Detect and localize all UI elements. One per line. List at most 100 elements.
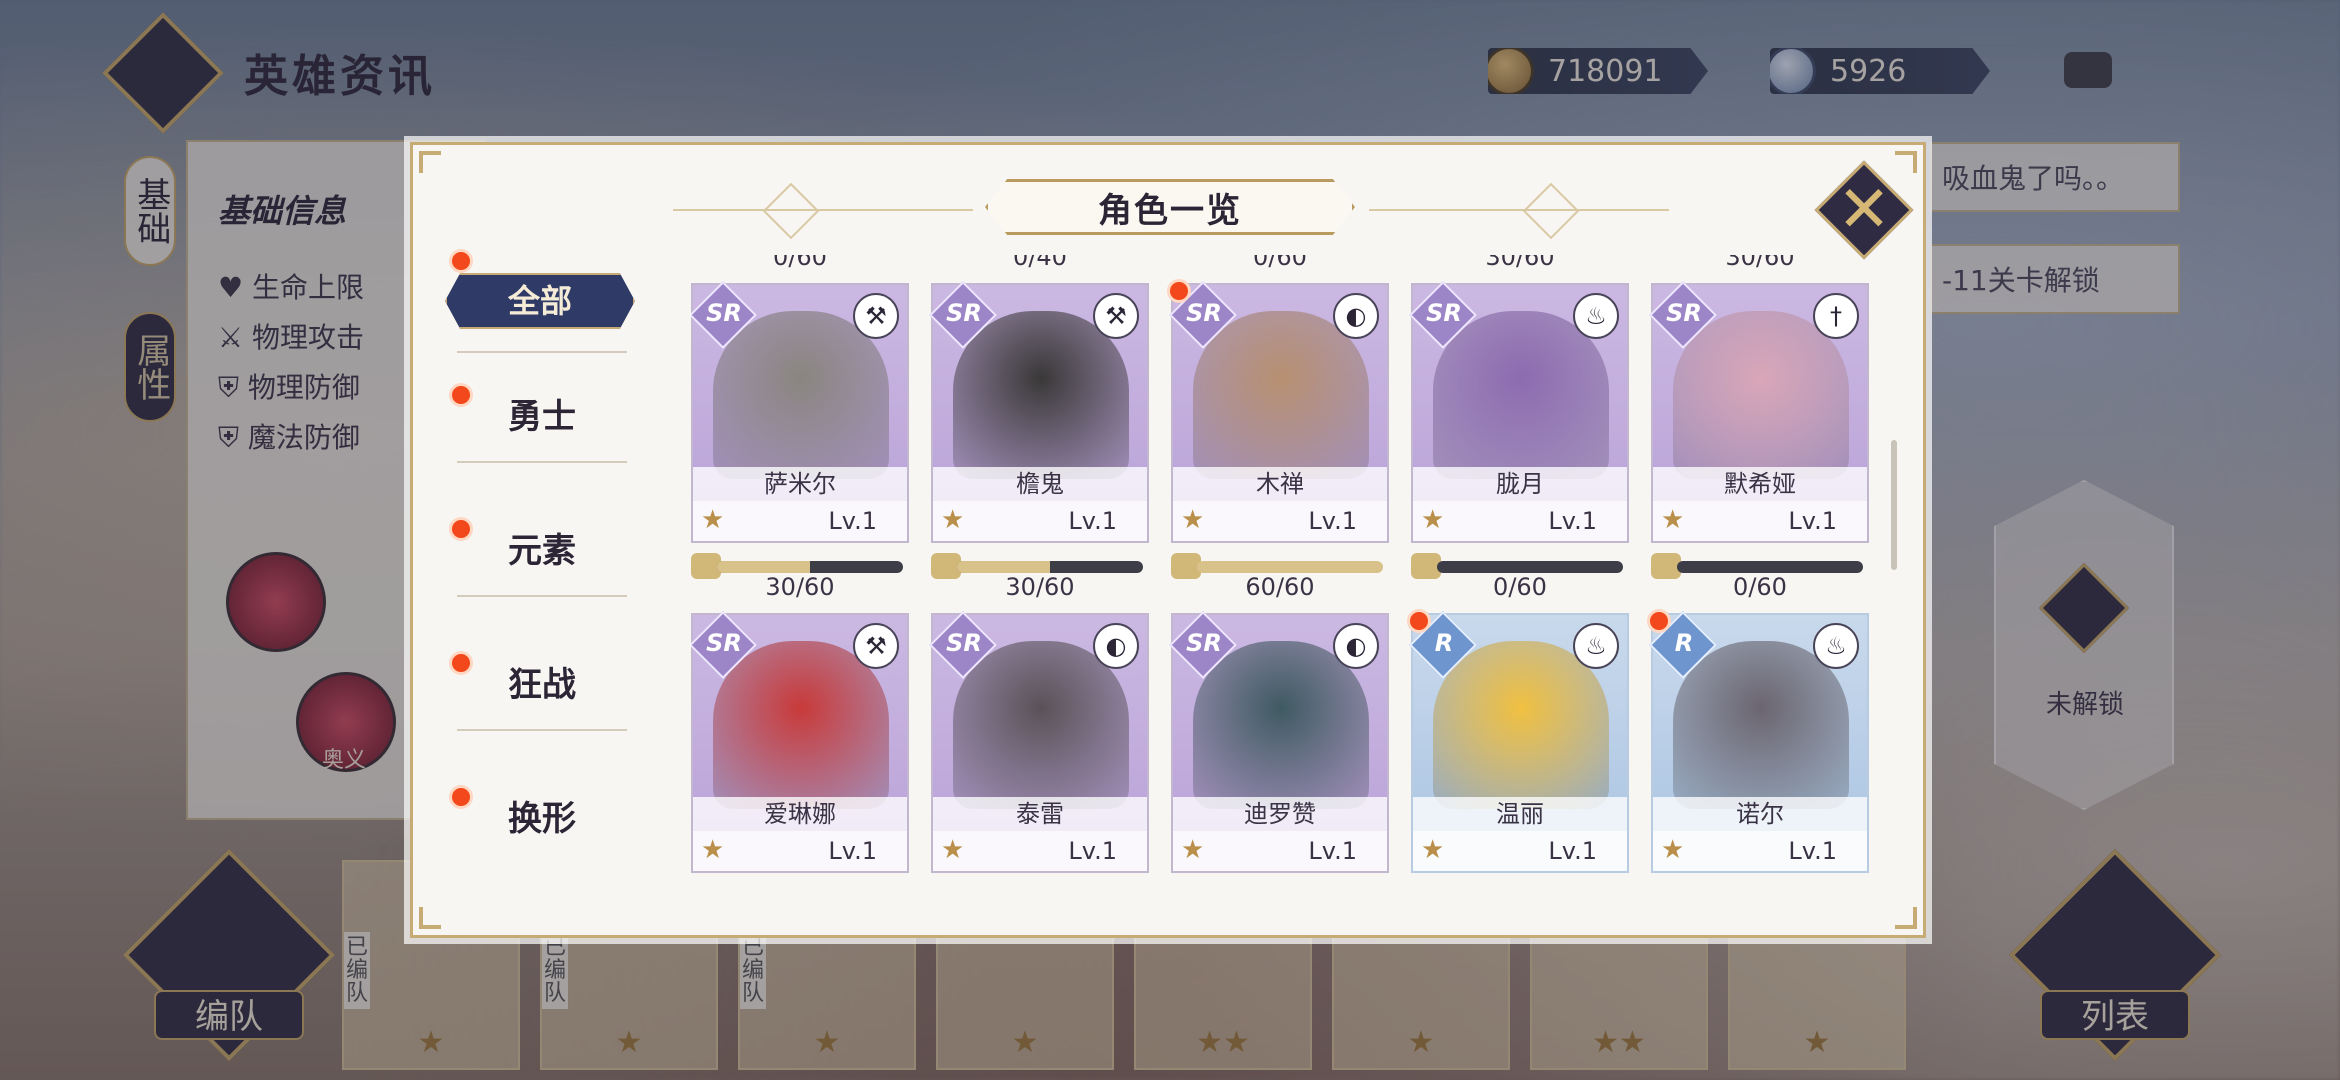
character-card[interactable]: SR ⚒ 萨米尔 ★ Lv.1 [691, 281, 909, 543]
character-card[interactable]: SR ◐ 木禅 ★ Lv.1 [1167, 279, 1389, 543]
fire-icon: ♨ [1813, 623, 1859, 669]
divider [457, 351, 627, 353]
level-bar: ★ Lv.1 [1653, 501, 1867, 541]
progress-fill [717, 561, 810, 573]
character-card[interactable]: R ♨ 诺尔 ★ Lv.1 [1647, 609, 1869, 873]
rarity-label: SR [706, 299, 742, 327]
class-filter-list: 全部 勇士 元素 狂战 换形 [413, 249, 663, 905]
star-icon: ★ [1181, 835, 1205, 865]
progress-track [717, 561, 903, 573]
corner-ornament [1895, 907, 1917, 929]
rarity-label: SR [1426, 299, 1462, 327]
character-name: 迪罗赞 [1173, 797, 1387, 831]
character-level: Lv.1 [1068, 837, 1117, 865]
rarity-label: R [1674, 629, 1694, 657]
character-portrait [1193, 641, 1369, 809]
corner-ornament [419, 151, 441, 173]
rarity-label: SR [706, 629, 742, 657]
filter-berserker[interactable]: 狂战 [508, 657, 576, 706]
filter-shapeshifter[interactable]: 换形 [508, 791, 576, 840]
progress-track [1437, 561, 1623, 573]
character-name: 诺尔 [1653, 797, 1867, 831]
mask-icon: ◐ [1333, 293, 1379, 339]
divider [457, 461, 627, 463]
character-level: Lv.1 [828, 507, 877, 535]
modal-title: 角色一览 [1098, 190, 1242, 231]
new-badge-dot [449, 249, 473, 273]
corner-ornament [1895, 151, 1917, 173]
progress-track [1197, 561, 1383, 573]
star-icon: ★ [1421, 505, 1445, 535]
character-level: Lv.1 [1308, 507, 1357, 535]
mask-icon: ◐ [1093, 623, 1139, 669]
new-badge-dot [449, 651, 473, 675]
character-name: 胧月 [1413, 467, 1627, 501]
rarity-label: R [1434, 629, 1454, 657]
star-icon: ★ [941, 835, 965, 865]
new-badge-dot [1167, 279, 1191, 303]
grid-scrollbar[interactable] [1891, 440, 1897, 570]
divider [457, 595, 627, 597]
character-level: Lv.1 [828, 837, 877, 865]
axe-icon: ⚒ [1093, 293, 1139, 339]
filter-warrior[interactable]: 勇士 [508, 389, 576, 438]
fire-icon: ♨ [1573, 293, 1619, 339]
character-level: Lv.1 [1548, 837, 1597, 865]
character-card[interactable]: SR ◐ 泰雷 ★ Lv.1 [929, 611, 1149, 873]
title-deco-diamond [762, 182, 820, 240]
star-icon: ★ [1421, 835, 1445, 865]
character-portrait [1673, 641, 1849, 809]
rarity-label: SR [946, 629, 982, 657]
level-bar: ★ Lv.1 [693, 501, 907, 541]
close-icon[interactable]: ✕ [1837, 173, 1891, 247]
character-level: Lv.1 [1788, 837, 1837, 865]
character-card[interactable]: SR ♨ 胧月 ★ Lv.1 [1409, 281, 1629, 543]
filter-all[interactable]: 全部 [445, 273, 635, 329]
star-icon: ★ [1181, 505, 1205, 535]
character-card[interactable]: SR † 默希娅 ★ Lv.1 [1649, 281, 1869, 543]
progress-track [1677, 561, 1863, 573]
fragment-count: 30/60 [765, 573, 835, 601]
title-deco-diamond [1522, 182, 1580, 240]
character-grid: 0/60 0/40 0/60 30/60 30/60 SR ⚒ 萨米尔 ★ Lv.… [691, 255, 1901, 905]
rarity-label: SR [1666, 299, 1702, 327]
modal-title-banner: 角色一览 [985, 179, 1355, 235]
character-card[interactable]: R ♨ 温丽 ★ Lv.1 [1407, 609, 1629, 873]
character-name: 默希娅 [1653, 467, 1867, 501]
character-portrait [953, 641, 1129, 809]
title-deco-line [673, 209, 973, 211]
level-bar: ★ Lv.1 [1653, 831, 1867, 871]
character-list-modal: 角色一览 ✕ 全部 勇士 元素 狂战 换形 0/60 0/40 0/60 30/… [410, 142, 1926, 938]
level-bar: ★ Lv.1 [693, 831, 907, 871]
fragment-count: 0/60 [1733, 573, 1787, 601]
character-portrait [1673, 311, 1849, 479]
corner-ornament [419, 907, 441, 929]
axe-icon: ⚒ [853, 293, 899, 339]
fragment-count: 0/60 [773, 255, 827, 271]
level-bar: ★ Lv.1 [1173, 501, 1387, 541]
progress-fill [957, 561, 1050, 573]
character-card[interactable]: SR ◐ 迪罗赞 ★ Lv.1 [1169, 611, 1389, 873]
level-bar: ★ Lv.1 [933, 831, 1147, 871]
fragment-count: 0/60 [1253, 255, 1307, 271]
character-card[interactable]: SR ⚒ 檐鬼 ★ Lv.1 [929, 281, 1149, 543]
character-name: 爱琳娜 [693, 797, 907, 831]
fire-icon: ♨ [1573, 623, 1619, 669]
character-card[interactable]: SR ⚒ 爱琳娜 ★ Lv.1 [691, 611, 909, 873]
new-badge-dot [449, 785, 473, 809]
level-bar: ★ Lv.1 [1413, 501, 1627, 541]
fragment-count: 30/60 [1485, 255, 1555, 271]
new-badge-dot [449, 517, 473, 541]
character-name: 温丽 [1413, 797, 1627, 831]
star-icon: ★ [1661, 505, 1685, 535]
star-icon: ★ [1661, 835, 1685, 865]
fragment-count: 30/60 [1005, 573, 1075, 601]
character-portrait [1433, 641, 1609, 809]
filter-elemental[interactable]: 元素 [508, 523, 576, 572]
sword-icon: † [1813, 293, 1859, 339]
progress-fill [1197, 561, 1383, 573]
rarity-label: SR [946, 299, 982, 327]
new-badge-dot [1407, 609, 1431, 633]
star-icon: ★ [701, 505, 725, 535]
rarity-label: SR [1186, 629, 1222, 657]
